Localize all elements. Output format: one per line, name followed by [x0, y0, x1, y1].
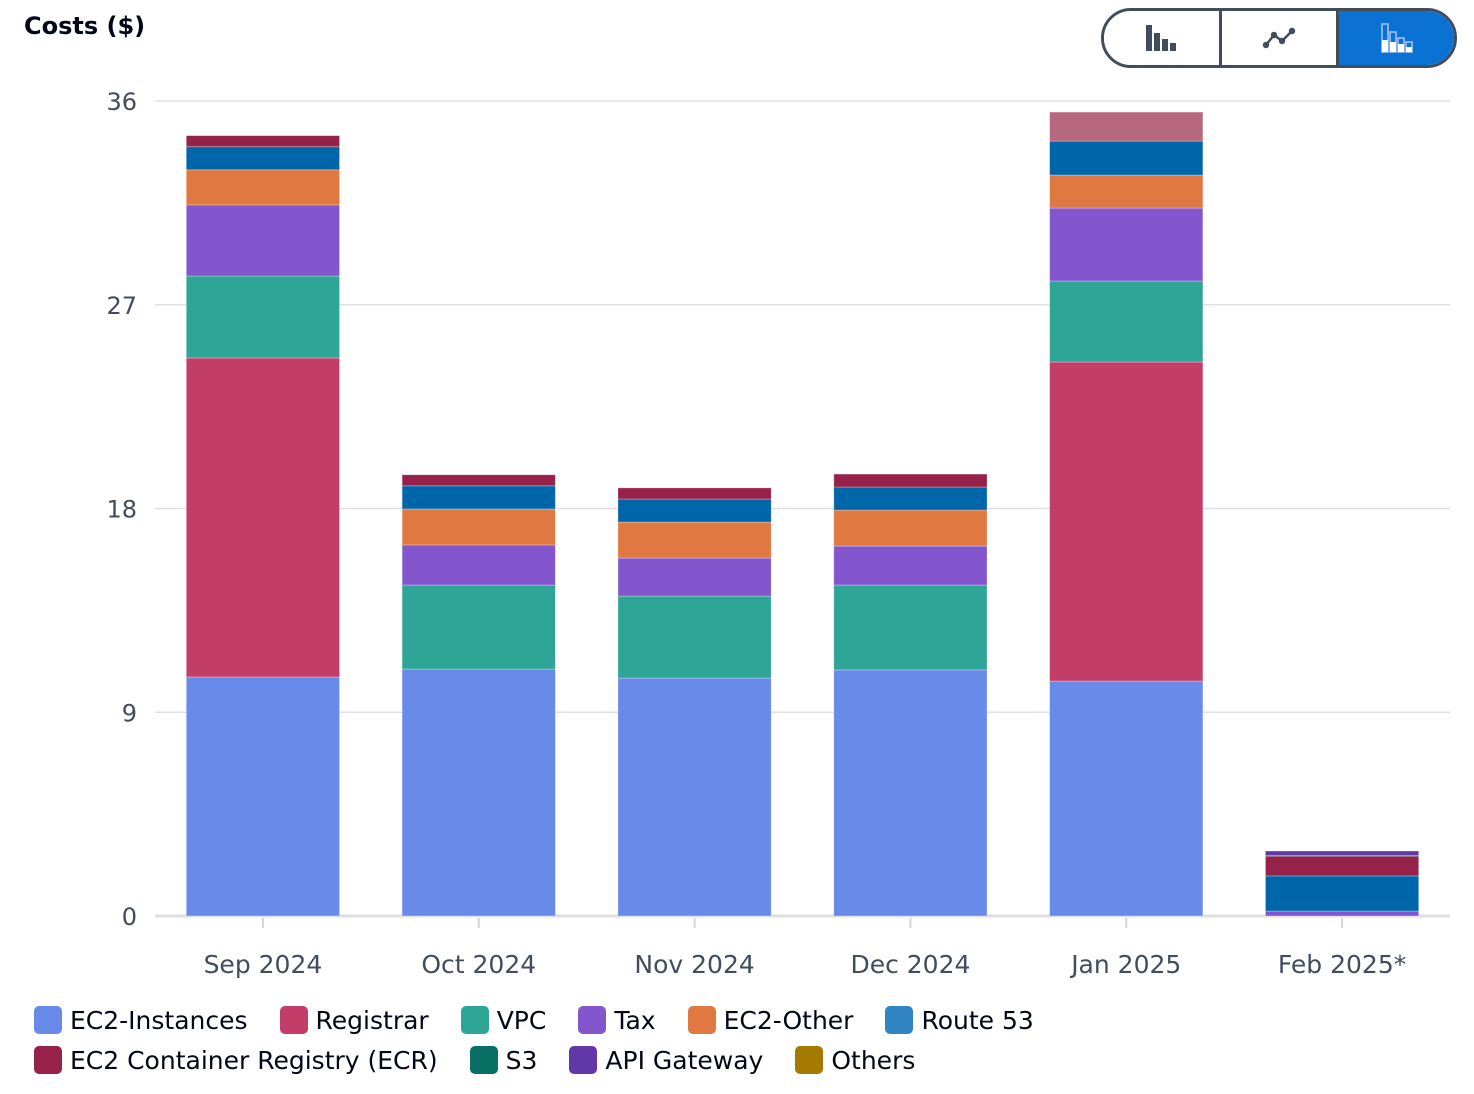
bar-segment[interactable]	[185, 204, 340, 277]
bar-segment[interactable]	[185, 169, 340, 206]
bar-segment[interactable]	[401, 668, 556, 917]
y-tick-label: 9	[122, 699, 137, 727]
legend-swatch	[795, 1046, 824, 1074]
bar-segment[interactable]	[617, 498, 772, 523]
bar-segment[interactable]	[617, 487, 772, 500]
bar-segment[interactable]	[1049, 174, 1204, 209]
legend-label: VPC	[496, 1005, 547, 1035]
legend-item[interactable]: VPC	[460, 1005, 547, 1035]
bar-segment[interactable]	[1049, 140, 1204, 176]
bars	[185, 111, 1420, 917]
legend-label: EC2 Container Registry (ECR)	[70, 1045, 438, 1075]
legend-item[interactable]: Registrar	[279, 1005, 429, 1035]
bar-segment[interactable]	[833, 584, 988, 671]
bar-segment[interactable]	[617, 521, 772, 559]
y-tick-label: 27	[106, 292, 137, 320]
x-tick-label: Jan 2025	[1069, 950, 1181, 979]
grid-lines	[155, 100, 1450, 918]
bar-segment[interactable]	[833, 545, 988, 586]
bar-segment[interactable]	[1049, 361, 1204, 682]
legend-swatch	[34, 1046, 62, 1074]
legend-swatch	[460, 1006, 489, 1034]
bar-segment[interactable]	[185, 135, 340, 148]
bar-segment[interactable]	[1265, 855, 1420, 877]
legend-swatch	[569, 1046, 598, 1074]
legend-label: Others	[831, 1045, 916, 1075]
x-tick-label: Feb 2025*	[1278, 950, 1406, 979]
bar-segment[interactable]	[401, 584, 556, 670]
legend-label: Registrar	[315, 1005, 429, 1035]
bar-segment[interactable]	[617, 677, 772, 917]
legend-item[interactable]: S3	[469, 1045, 538, 1075]
legend-item[interactable]: EC2 Container Registry (ECR)	[34, 1046, 438, 1075]
x-tick-label: Dec 2024	[850, 950, 970, 979]
legend-label: Route 53	[921, 1005, 1034, 1035]
legend-item[interactable]: API Gateway	[569, 1046, 763, 1075]
legend-swatch	[578, 1006, 607, 1034]
legend-label: EC2-Instances	[70, 1005, 248, 1035]
bar-segment[interactable]	[185, 146, 340, 171]
legend-label: API Gateway	[605, 1045, 764, 1075]
legend-swatch	[279, 1006, 308, 1034]
legend-label: S3	[505, 1045, 538, 1075]
bar-segment[interactable]	[1265, 850, 1420, 856]
bar-segment[interactable]	[185, 275, 340, 359]
bar-segment[interactable]	[1049, 680, 1204, 917]
bar-segment[interactable]	[1265, 910, 1420, 917]
legend-item[interactable]: Tax	[578, 1005, 656, 1035]
bar-segment[interactable]	[401, 474, 556, 487]
bar-segment[interactable]	[401, 485, 556, 510]
bar-segment[interactable]	[401, 544, 556, 586]
legend-label: EC2-Other	[723, 1005, 854, 1035]
legend-item[interactable]: Others	[795, 1046, 915, 1075]
x-tick-label: Oct 2024	[421, 950, 536, 979]
bar-segment[interactable]	[833, 509, 988, 547]
bar-segment[interactable]	[185, 357, 340, 678]
bar-segment[interactable]	[833, 473, 988, 488]
legend-item[interactable]: Route 53	[885, 1005, 1034, 1035]
bar-segment[interactable]	[617, 595, 772, 679]
bar-segment[interactable]	[401, 508, 556, 546]
legend-swatch	[469, 1046, 498, 1074]
legend-row: EC2-Instances Registrar VPC Tax EC2-Other Rou…	[34, 1000, 1134, 1040]
legend: EC2-Instances Registrar VPC Tax EC2-Other Rou…	[34, 1000, 1134, 1080]
bar-segment[interactable]	[833, 486, 988, 511]
legend-item[interactable]: EC2-Other	[687, 1005, 854, 1035]
x-tick-label: Sep 2024	[204, 950, 323, 979]
legend-swatch	[687, 1006, 716, 1034]
x-tick-label: Nov 2024	[634, 950, 754, 979]
stacked-bar-chart: 0 9 18 27 36 Sep 2024 Oct 2024 Nov 2024 Dec 2024…	[106, 88, 1450, 979]
y-tick-label: 0	[122, 903, 137, 931]
legend-swatch	[34, 1006, 62, 1034]
bar-segment[interactable]	[1049, 207, 1204, 282]
y-tick-label: 36	[106, 88, 137, 116]
legend-label: Tax	[614, 1005, 656, 1035]
legend-swatch	[885, 1006, 914, 1034]
bar-segment[interactable]	[1049, 111, 1204, 142]
legend-row: EC2 Container Registry (ECR) S3 API Gatewa…	[34, 1040, 1134, 1080]
bar-segment[interactable]	[1265, 875, 1420, 912]
y-tick-label: 18	[106, 496, 137, 524]
bar-segment[interactable]	[617, 557, 772, 597]
legend-item[interactable]: EC2-Instances	[34, 1006, 248, 1035]
bar-segment[interactable]	[185, 676, 340, 917]
bar-segment[interactable]	[833, 669, 988, 917]
bar-segment[interactable]	[1049, 280, 1204, 363]
